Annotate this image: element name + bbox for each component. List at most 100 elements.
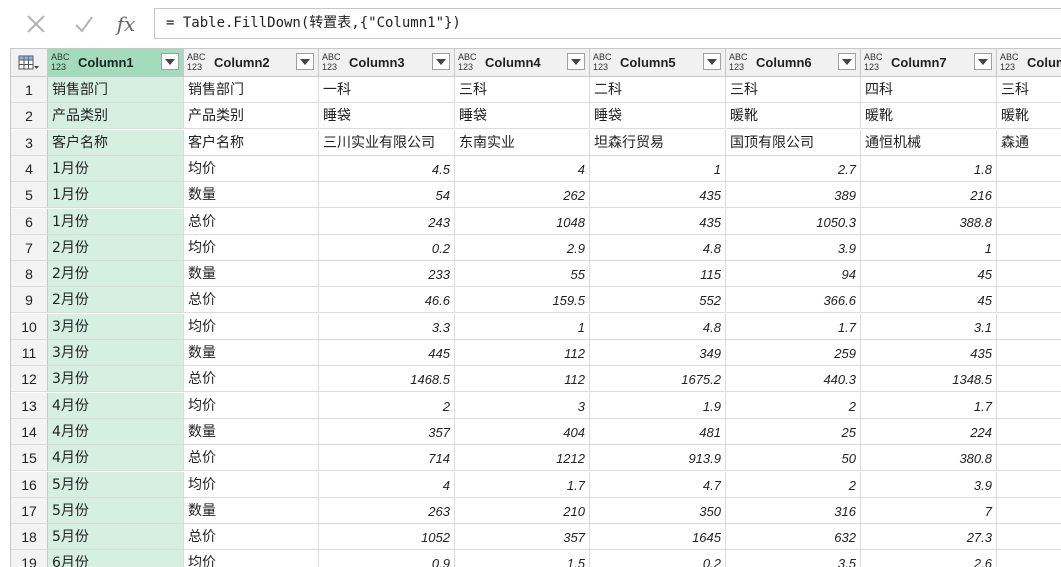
table-cell[interactable]: 客户名称	[184, 129, 319, 156]
table-cell[interactable]: 坦森行贸易	[590, 129, 726, 156]
table-cell[interactable]: 销售部门	[184, 77, 319, 103]
table-cell[interactable]: 435	[590, 208, 726, 235]
table-cell[interactable]: 4月份	[48, 418, 184, 445]
row-number[interactable]: 12	[11, 366, 48, 393]
row-number[interactable]: 17	[11, 497, 48, 524]
any-type-icon[interactable]: ABC 123	[187, 52, 206, 72]
table-cell[interactable]: 1050.3	[726, 208, 861, 235]
table-cell[interactable]: 均价	[184, 471, 319, 498]
table-cell[interactable]	[997, 419, 1061, 445]
table-cell[interactable]: 睡袋	[590, 103, 726, 130]
row-number[interactable]: 19	[11, 550, 48, 567]
table-cell[interactable]: 1.7	[726, 313, 861, 340]
table-cell[interactable]: 112	[455, 366, 590, 393]
table-cell[interactable]: 1月份	[48, 208, 184, 235]
table-cell[interactable]	[997, 366, 1061, 393]
table-cell[interactable]: 1675.2	[590, 366, 726, 393]
table-cell[interactable]: 210	[455, 497, 590, 524]
table-cell[interactable]: 总价	[184, 208, 319, 235]
table-cell[interactable]: 总价	[184, 445, 319, 472]
table-cell[interactable]: 112	[455, 340, 590, 366]
table-cell[interactable]: 216	[861, 182, 997, 209]
column-filter-dropdown-icon[interactable]	[567, 53, 585, 70]
table-cell[interactable]: 357	[319, 418, 455, 445]
table-cell[interactable]	[997, 314, 1061, 340]
table-cell[interactable]: 3月份	[48, 340, 184, 366]
table-cell[interactable]: 3月份	[48, 366, 184, 393]
table-cell[interactable]: 4.8	[590, 234, 726, 261]
table-cell[interactable]	[997, 393, 1061, 419]
table-cell[interactable]: 316	[726, 497, 861, 524]
table-cell[interactable]: 0.2	[319, 234, 455, 261]
table-cell[interactable]: 2.9	[455, 234, 590, 261]
column-filter-dropdown-icon[interactable]	[296, 53, 314, 70]
table-cell[interactable]: 0.2	[590, 550, 726, 567]
table-cell[interactable]: 445	[319, 340, 455, 366]
table-cell[interactable]: 0.9	[319, 550, 455, 567]
table-cell[interactable]: 552	[590, 287, 726, 314]
table-cell[interactable]: 94	[726, 261, 861, 288]
table-cell[interactable]: 50	[726, 445, 861, 472]
table-cell[interactable]: 2	[726, 471, 861, 498]
column-filter-dropdown-icon[interactable]	[838, 53, 856, 70]
table-cell[interactable]: 1	[455, 313, 590, 340]
table-cell[interactable]: 4月份	[48, 445, 184, 472]
table-cell[interactable]: 3	[455, 392, 590, 419]
table-cell[interactable]: 森通	[997, 130, 1061, 156]
table-cell[interactable]: 数量	[184, 418, 319, 445]
row-number[interactable]: 8	[11, 261, 48, 288]
table-cell[interactable]: 481	[590, 418, 726, 445]
table-cell[interactable]: 233	[319, 261, 455, 288]
column-header-5[interactable]: ABC 123 Column5	[590, 49, 726, 76]
table-cell[interactable]: 1468.5	[319, 366, 455, 393]
table-cell[interactable]: 2月份	[48, 261, 184, 288]
table-cell[interactable]: 1348.5	[861, 366, 997, 393]
table-cell[interactable]: 3.9	[726, 234, 861, 261]
column-filter-dropdown-icon[interactable]	[974, 53, 992, 70]
table-cell[interactable]	[997, 498, 1061, 524]
table-cell[interactable]: 4	[455, 155, 590, 182]
table-cell[interactable]: 总价	[184, 287, 319, 314]
any-type-icon[interactable]: ABC 123	[322, 52, 341, 72]
table-cell[interactable]: 1.5	[455, 550, 590, 567]
table-cell[interactable]	[997, 156, 1061, 182]
table-cell[interactable]: 二科	[590, 77, 726, 103]
column-filter-dropdown-icon[interactable]	[432, 53, 450, 70]
formula-input[interactable]: = Table.FillDown(转置表,{"Column1"})	[154, 8, 1061, 39]
table-cell[interactable]: 1645	[590, 524, 726, 551]
table-cell[interactable]: 2.6	[861, 550, 997, 567]
table-cell[interactable]: 1.9	[590, 392, 726, 419]
table-cell[interactable]: 27.3	[861, 524, 997, 551]
column-header-2[interactable]: ABC 123 Column2	[184, 49, 319, 76]
any-type-icon[interactable]: ABC 123	[458, 52, 477, 72]
table-cell[interactable]: 均价	[184, 550, 319, 567]
table-cell[interactable]: 三科	[455, 77, 590, 103]
table-cell[interactable]: 暖靴	[726, 103, 861, 130]
table-cell[interactable]	[997, 209, 1061, 235]
table-cell[interactable]: 25	[726, 418, 861, 445]
row-number[interactable]: 18	[11, 524, 48, 551]
table-cell[interactable]: 714	[319, 445, 455, 472]
table-cell[interactable]: 均价	[184, 313, 319, 340]
table-cell[interactable]: 数量	[184, 497, 319, 524]
table-cell[interactable]	[997, 445, 1061, 472]
table-cell[interactable]: 159.5	[455, 287, 590, 314]
row-number[interactable]: 16	[11, 471, 48, 498]
column-header-6[interactable]: ABC 123 Column6	[726, 49, 861, 76]
table-cell[interactable]: 1.8	[861, 155, 997, 182]
table-cell[interactable]: 4.5	[319, 155, 455, 182]
table-cell[interactable]: 国顶有限公司	[726, 129, 861, 156]
table-cell[interactable]: 243	[319, 208, 455, 235]
table-cell[interactable]: 4.8	[590, 313, 726, 340]
table-cell[interactable]: 259	[726, 340, 861, 366]
column-filter-dropdown-icon[interactable]	[161, 53, 179, 70]
table-cell[interactable]: 睡袋	[455, 103, 590, 130]
table-cell[interactable]: 1.7	[861, 392, 997, 419]
table-cell[interactable]	[997, 472, 1061, 498]
table-cell[interactable]: 暖靴	[997, 103, 1061, 130]
table-cell[interactable]	[997, 182, 1061, 209]
fx-icon[interactable]: fx	[106, 8, 146, 40]
table-cell[interactable]: 均价	[184, 392, 319, 419]
table-cell[interactable]: 2.7	[726, 155, 861, 182]
table-cell[interactable]: 2月份	[48, 287, 184, 314]
